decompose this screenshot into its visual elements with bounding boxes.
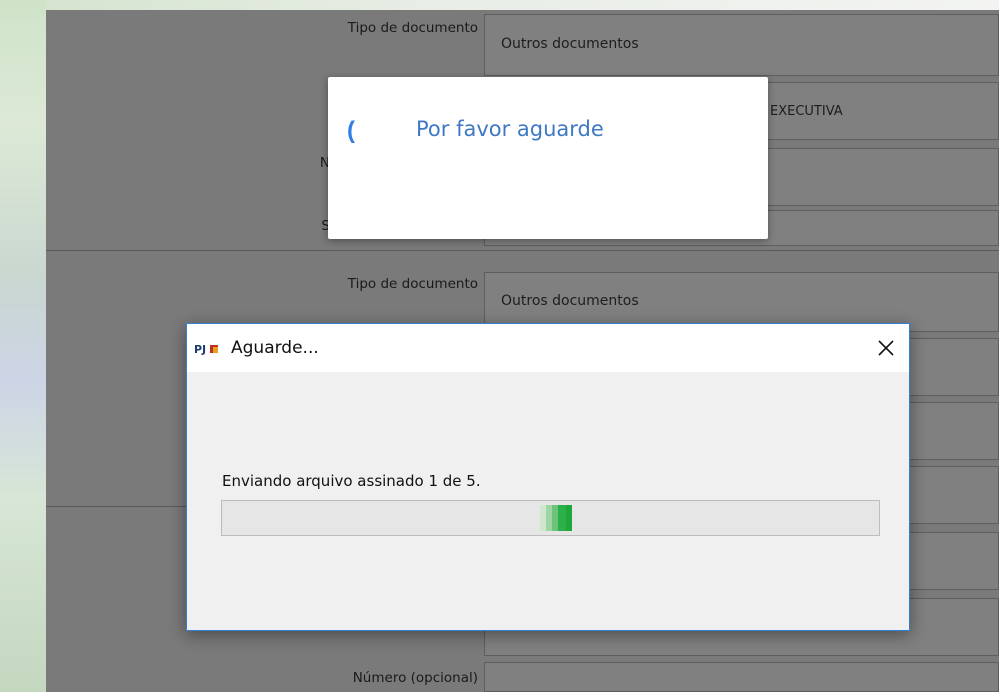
progress-chunk-5 xyxy=(566,505,572,531)
page-header-strip xyxy=(46,0,999,10)
page-background-edge xyxy=(0,0,46,692)
form-label-numero-opcional: Número (opcional) xyxy=(352,670,478,686)
form-label-tipo-documento: Tipo de documento xyxy=(347,20,478,36)
form-label-sigilo: S xyxy=(321,218,330,234)
upload-progress-dialog: PJ Aguarde... Enviando arquivo assinado … xyxy=(186,323,910,631)
tipo-documento-value: Outros documentos xyxy=(501,36,639,52)
dialog-titlebar[interactable]: PJ Aguarde... xyxy=(187,324,909,372)
form-divider xyxy=(46,250,999,251)
form-label-numero: N xyxy=(319,155,330,171)
descricao-value: EXECUTIVA xyxy=(770,104,843,119)
upload-status-text: Enviando arquivo assinado 1 de 5. xyxy=(222,472,481,490)
loading-message: Por favor aguarde xyxy=(416,117,604,141)
progress-chunk-4 xyxy=(558,505,566,531)
close-button[interactable] xyxy=(863,328,909,368)
loading-spinner-icon: ( xyxy=(347,117,355,144)
pje-logo-icon: PJ xyxy=(194,343,218,356)
numero-opcional-field[interactable] xyxy=(484,662,999,692)
close-icon xyxy=(878,340,894,356)
tipo-documento-value-2: Outros documentos xyxy=(501,293,639,309)
loading-popup xyxy=(328,77,768,239)
dialog-title: Aguarde... xyxy=(231,338,319,358)
form-label-tipo-documento-2: Tipo de documento xyxy=(347,276,478,292)
upload-progress-bar xyxy=(221,500,880,536)
form-divider-2 xyxy=(46,506,186,507)
svg-text:PJ: PJ xyxy=(194,343,206,356)
